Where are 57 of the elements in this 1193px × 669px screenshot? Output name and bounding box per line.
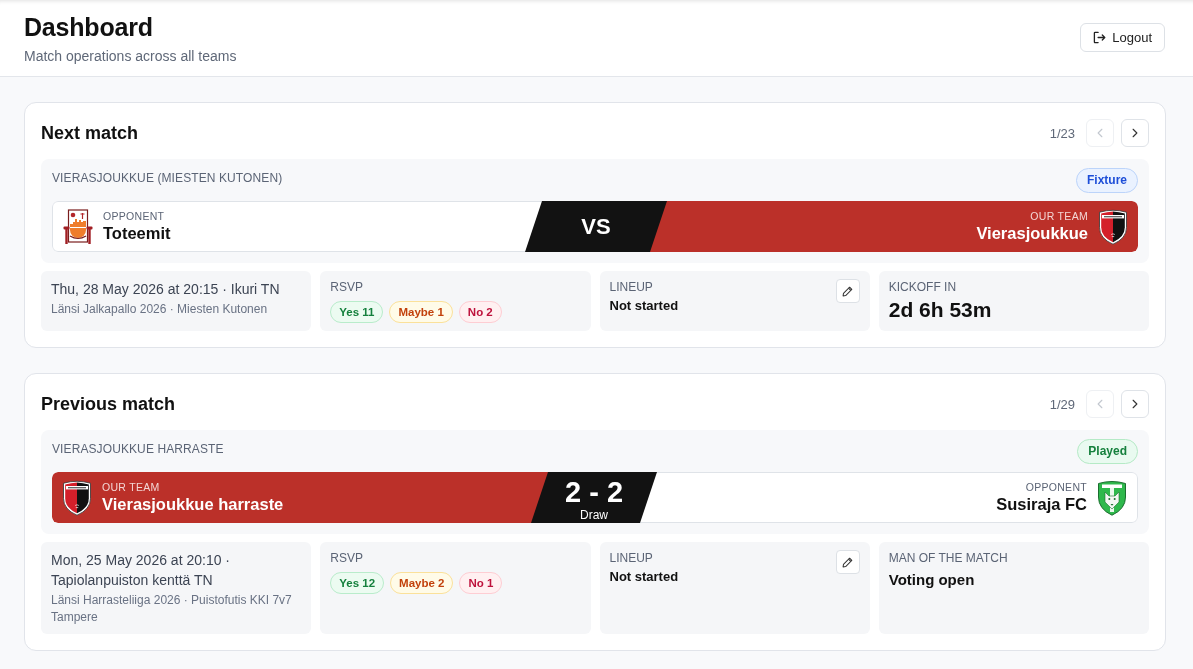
page-title: Dashboard [24,12,154,42]
page-indicator: 1/23 [1049,125,1075,141]
shield-icon [62,479,92,516]
edit-button[interactable] [835,550,860,574]
match-result: Draw [580,507,608,523]
tile-label: LINEUP [609,279,654,295]
tile-value: Voting open [888,570,976,590]
team-name: Susiraja FC [996,494,1087,514]
team-role-label: OPPONENT [1024,481,1087,494]
page-subtitle: Match operations across all teams [24,47,237,65]
chevron-left-icon [1097,399,1103,409]
rsvp-chip: Maybe 2 [390,572,454,594]
versus-label: VS [581,213,611,240]
tile-label: LINEUP [609,550,654,566]
emblem-icon [63,208,93,245]
chevron-left-icon [1097,128,1103,138]
shield-icon [1098,208,1128,245]
team-role-label: OUR TEAM [1029,210,1088,223]
competition-label: VIERASJOUKKUE HARRASTE [52,442,224,456]
match-datetime: Mon, 25 May 2026 at 20:10 · Tapiolanpuiston kenttä TN [51,551,231,590]
status-badge: Played [1077,439,1138,464]
edit-button[interactable] [835,279,860,303]
pencil-icon [842,285,854,297]
logout-icon [1093,31,1107,44]
rsvp-chip: No 1 [459,572,503,594]
tile-value: 2d 6h 53m [888,297,993,323]
rsvp-chip: Maybe 1 [389,301,453,323]
team-name: Toteemit [103,223,171,243]
rsvp-chip: Yes 12 [330,572,385,594]
rsvp-chip: Yes 11 [330,301,384,323]
pencil-icon [842,556,854,568]
match-datetime: Thu, 28 May 2026 at 20:15 · Ikuri TN [51,280,281,299]
tile-label: RSVP [330,279,364,295]
competition-info: Länsi Jalkapallo 2026 · Miesten Kutonen [51,301,269,318]
card-title: Next match [41,122,139,144]
chevron-right-icon [1132,399,1138,409]
rsvp-chip: No 2 [458,301,502,323]
shield-icon [1097,479,1127,516]
match-score: 2 - 2 [565,477,623,507]
competition-label: VIERASJOUKKUE (MIESTEN KUTONEN) [52,171,283,185]
tile-value: Not started [609,297,679,315]
tile-label: MAN OF THE MATCH [888,550,1009,566]
competition-info: Länsi Harrasteliiga 2026 · Puistofutis KKI 7v7 Tampere [51,592,293,626]
status-badge: Fixture [1076,168,1138,193]
team-role-label: OPPONENT [103,210,166,223]
tile-value: Not started [609,568,679,586]
tile-label: KICKOFF IN [888,279,958,295]
team-role-label: OUR TEAM [102,481,161,494]
team-name: Vierasjoukkue harraste [102,494,284,514]
logout-button[interactable]: Logout [1080,23,1165,52]
next-button[interactable] [1121,119,1149,147]
chevron-right-icon [1132,128,1138,138]
tile-label: RSVP [330,550,364,566]
team-name: Vierasjoukkue [976,223,1088,243]
card-title: Previous match [41,393,176,415]
page-indicator: 1/29 [1049,396,1075,412]
next-button[interactable] [1121,390,1149,418]
